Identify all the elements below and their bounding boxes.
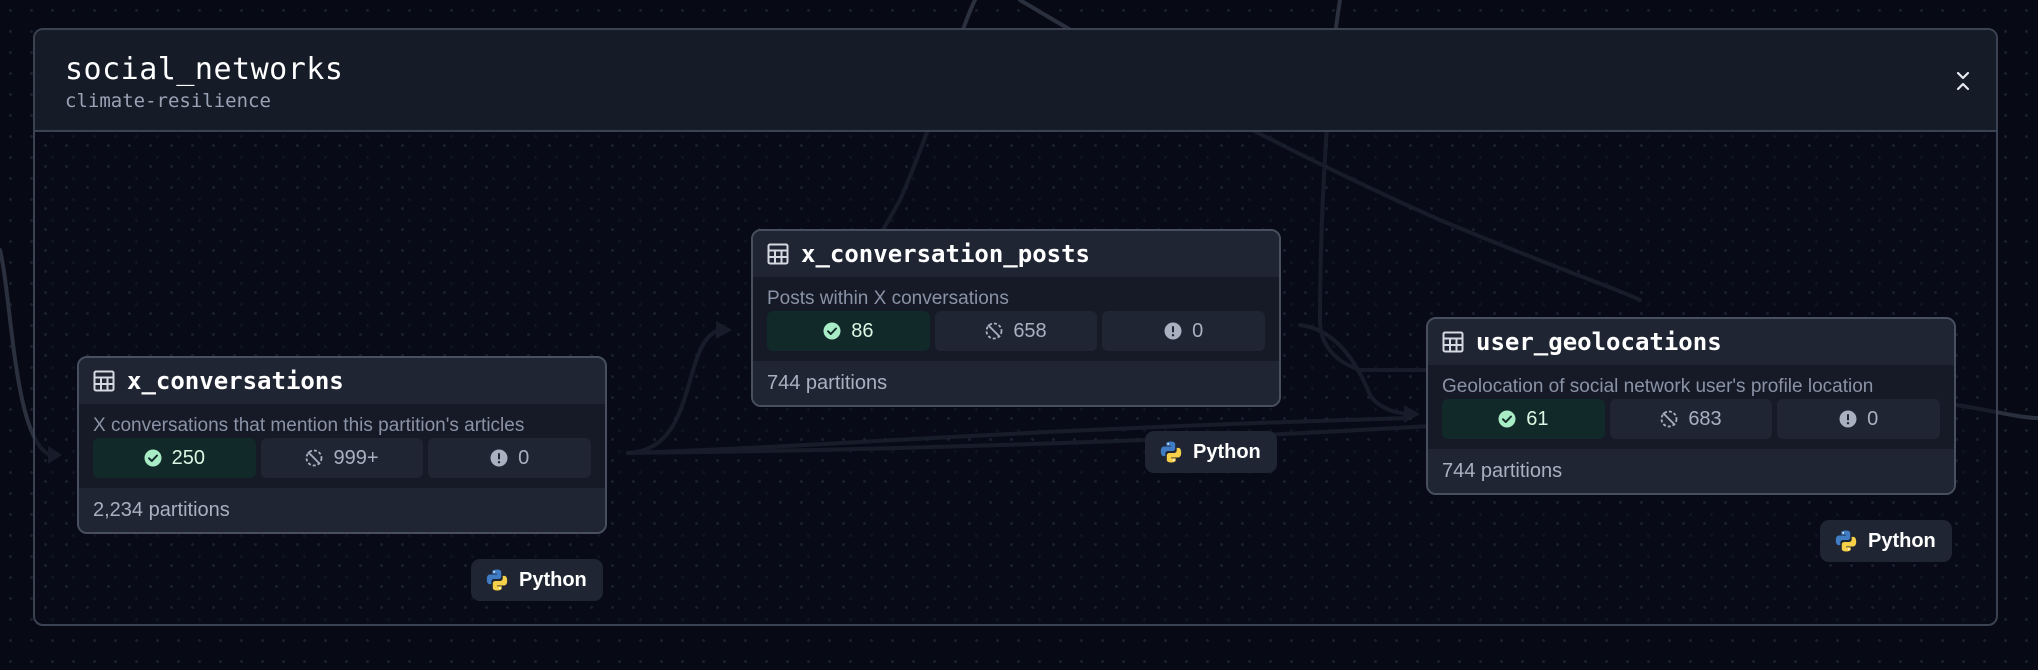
node-stats: 250 999+ 0: [79, 438, 605, 488]
check-circle-icon: [144, 449, 162, 467]
missing-icon: [1660, 410, 1678, 428]
failed-count: 0: [1192, 319, 1204, 342]
group-header[interactable]: social_networks climate-resilience: [35, 30, 1996, 132]
python-icon: [1835, 530, 1857, 552]
partitions-count: 2,234 partitions: [79, 488, 605, 532]
node-header: x_conversations: [79, 358, 605, 404]
node-title: x_conversation_posts: [801, 240, 1090, 268]
kind-label: Python: [519, 568, 587, 591]
materialized-stat[interactable]: 61: [1442, 399, 1605, 439]
python-icon: [486, 569, 508, 591]
failed-stat[interactable]: 0: [428, 438, 592, 478]
node-description: Posts within X conversations: [767, 288, 1009, 309]
asset-node-x-conversation-posts[interactable]: x_conversation_posts Posts within X conv…: [751, 229, 1281, 407]
alert-circle-icon: [490, 449, 508, 467]
missing-stat[interactable]: 683: [1609, 399, 1773, 439]
node-title: x_conversations: [127, 367, 344, 395]
failed-stat[interactable]: 0: [1102, 311, 1266, 351]
node-title: user_geolocations: [1476, 328, 1722, 356]
failed-stat[interactable]: 0: [1777, 399, 1941, 439]
table-icon: [767, 243, 789, 265]
kind-label: Python: [1868, 529, 1936, 552]
node-header: user_geolocations: [1428, 319, 1954, 365]
node-stats: 86 658 0: [753, 311, 1279, 361]
failed-count: 0: [1867, 407, 1879, 430]
collapse-button[interactable]: [1952, 68, 1974, 94]
check-circle-icon: [1498, 410, 1516, 428]
group-subtitle: climate-resilience: [65, 90, 271, 112]
materialized-stat[interactable]: 250: [93, 438, 256, 478]
missing-stat[interactable]: 999+: [260, 438, 424, 478]
kind-badge: Python: [1145, 431, 1277, 473]
node-stats: 61 683 0: [1428, 399, 1954, 449]
chevrons-collapse-icon: [1956, 71, 1970, 91]
node-description: X conversations that mention this partit…: [93, 415, 525, 436]
alert-circle-icon: [1164, 322, 1182, 340]
missing-count: 999+: [333, 446, 379, 469]
missing-count: 658: [1013, 319, 1047, 342]
asset-node-x-conversations[interactable]: x_conversations X conversations that men…: [77, 356, 607, 534]
missing-count: 683: [1688, 407, 1722, 430]
missing-icon: [985, 322, 1003, 340]
missing-stat[interactable]: 658: [934, 311, 1098, 351]
materialized-count: 61: [1526, 407, 1549, 430]
node-header: x_conversation_posts: [753, 231, 1279, 277]
python-icon: [1160, 441, 1182, 463]
kind-badge: Python: [1820, 520, 1952, 562]
materialized-stat[interactable]: 86: [767, 311, 930, 351]
node-description: Geolocation of social network user's pro…: [1442, 376, 1874, 397]
group-title: social_networks: [65, 52, 344, 87]
partitions-count: 744 partitions: [753, 361, 1279, 405]
kind-badge: Python: [471, 559, 603, 601]
table-icon: [1442, 331, 1464, 353]
kind-label: Python: [1193, 440, 1261, 463]
materialized-count: 250: [171, 446, 206, 469]
missing-icon: [306, 449, 323, 467]
check-circle-icon: [823, 322, 841, 340]
table-icon: [93, 370, 115, 392]
materialized-count: 86: [851, 319, 874, 342]
asset-node-user-geolocations[interactable]: user_geolocations Geolocation of social …: [1426, 317, 1956, 495]
alert-circle-icon: [1839, 410, 1857, 428]
failed-count: 0: [518, 446, 530, 469]
partitions-count: 744 partitions: [1428, 449, 1954, 493]
